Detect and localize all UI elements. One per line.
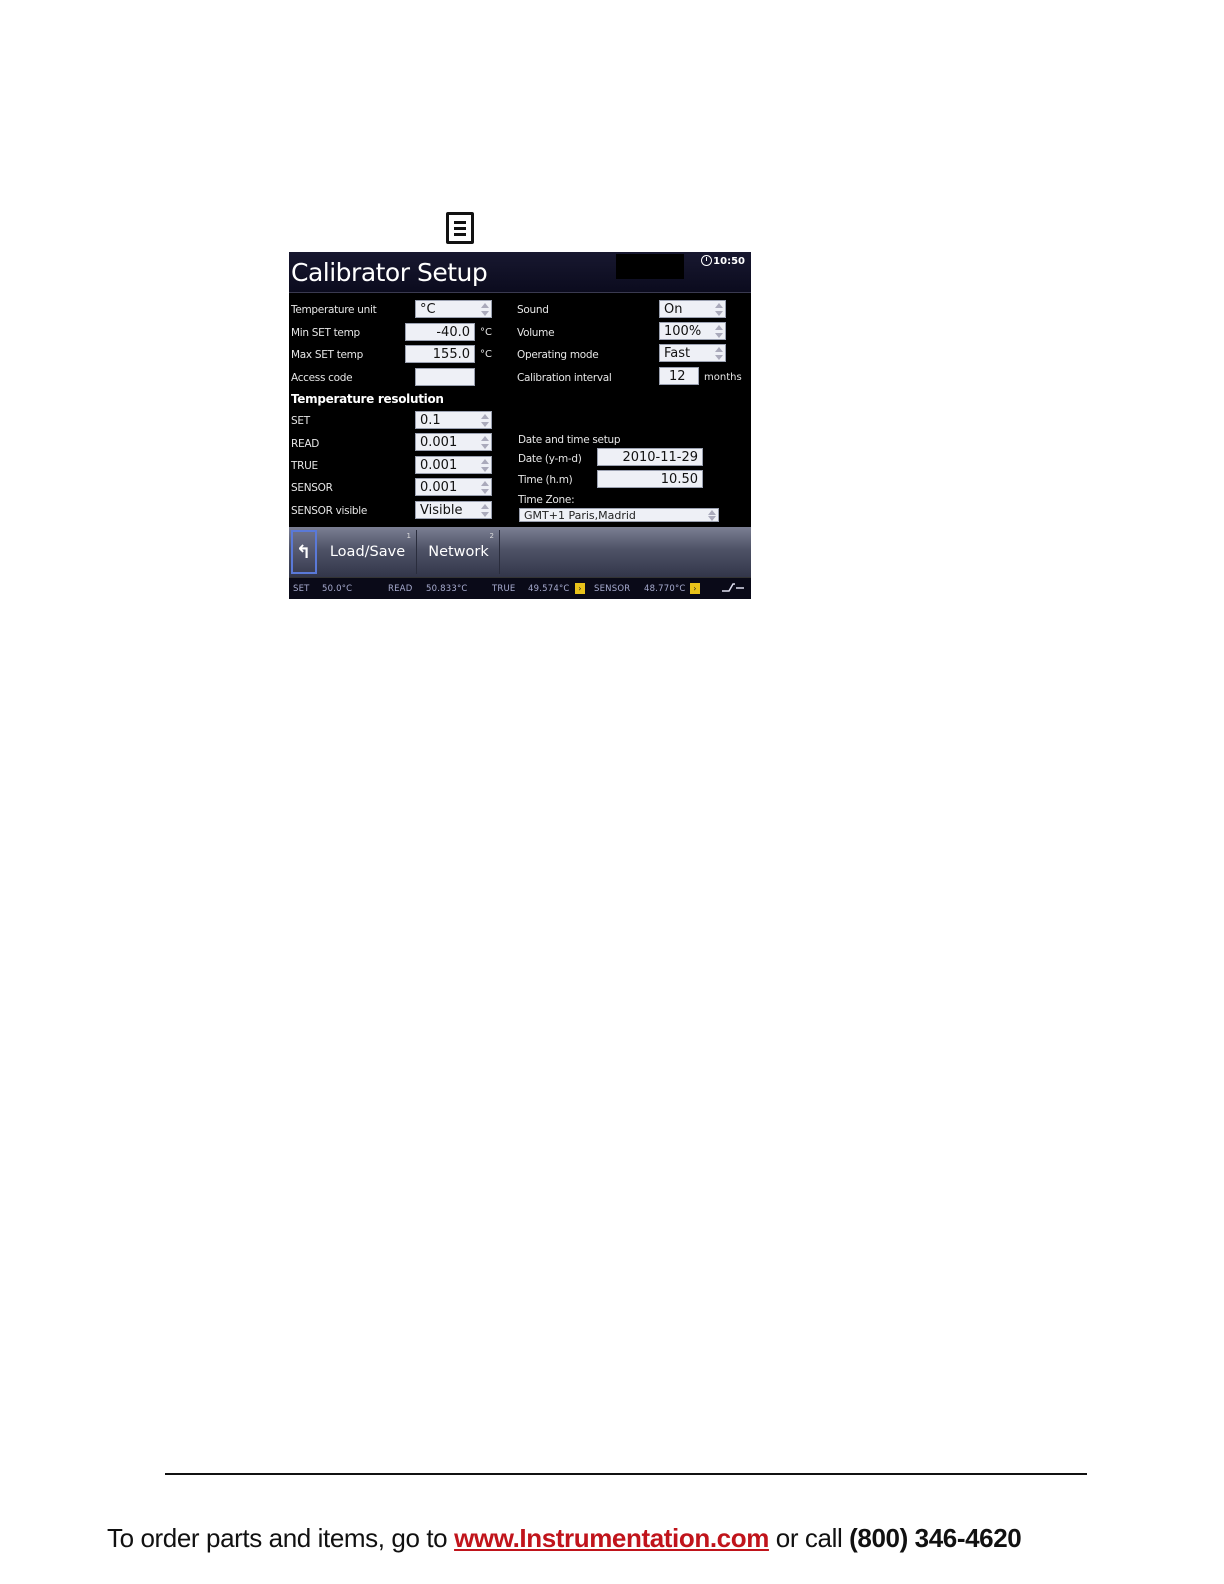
read-resolution-select[interactable]: 0.001 xyxy=(415,433,492,451)
status-true-value: 49.574°C xyxy=(528,584,570,594)
max-set-temp-input[interactable]: 155.0 xyxy=(405,345,475,363)
spin-arrows-icon[interactable] xyxy=(480,481,489,494)
status-true-label: TRUE xyxy=(492,584,516,594)
sound-select[interactable]: On xyxy=(659,300,726,318)
min-set-temp-unit: °C xyxy=(480,327,492,338)
date-label: Date (y-m-d) xyxy=(518,453,582,465)
status-set-label: SET xyxy=(293,584,310,594)
max-set-temp-label: Max SET temp xyxy=(291,349,363,361)
calibration-interval-label: Calibration interval xyxy=(517,372,612,384)
status-bar: SET 50.0°C READ 50.833°C TRUE 49.574°C ›… xyxy=(289,577,751,599)
footer-divider xyxy=(165,1473,1087,1475)
network-key-hint: 2 xyxy=(489,532,494,540)
time-input[interactable]: 10.50 xyxy=(597,470,703,488)
load-save-key-hint: 1 xyxy=(406,532,411,540)
temperature-unit-label: Temperature unit xyxy=(291,304,377,316)
read-resolution-label: READ xyxy=(291,438,319,450)
clock-time: 10:50 xyxy=(713,256,745,267)
sensor-flag-icon: › xyxy=(690,583,700,594)
calibrator-setup-screen: Calibrator Setup 10:50 Temperature unit … xyxy=(289,252,751,599)
title-bar: Calibrator Setup 10:50 xyxy=(289,252,751,293)
footer-text: To order parts and items, go to www.Inst… xyxy=(107,1523,1022,1553)
sensor-visible-label: SENSOR visible xyxy=(291,505,368,517)
website-link[interactable]: www.Instrumentation.com xyxy=(454,1523,769,1553)
spin-arrows-icon[interactable] xyxy=(714,325,723,338)
bottom-toolbar: ↰ Load/Save 1 Network 2 xyxy=(289,527,751,577)
volume-label: Volume xyxy=(517,327,555,339)
spin-arrows-icon[interactable] xyxy=(480,459,489,472)
volume-select[interactable]: 100% xyxy=(659,322,726,340)
spin-arrows-icon[interactable] xyxy=(714,303,723,316)
date-input[interactable]: 2010-11-29 xyxy=(597,448,703,466)
status-set-value: 50.0°C xyxy=(322,584,353,594)
time-zone-label: Time Zone: xyxy=(518,494,575,506)
clock: 10:50 xyxy=(701,255,745,267)
spin-arrows-icon[interactable] xyxy=(480,414,489,427)
calibration-interval-input[interactable]: 12 xyxy=(659,367,699,385)
sensor-resolution-label: SENSOR xyxy=(291,482,333,494)
spin-arrows-icon[interactable] xyxy=(707,510,716,521)
max-set-temp-unit: °C xyxy=(480,349,492,360)
access-code-input[interactable] xyxy=(415,368,475,386)
status-read-label: READ xyxy=(388,584,413,594)
spin-arrows-icon[interactable] xyxy=(480,436,489,449)
status-sensor-value: 48.770°C xyxy=(644,584,686,594)
true-resolution-label: TRUE xyxy=(291,460,318,472)
time-zone-select[interactable]: GMT+1 Paris,Madrid xyxy=(519,508,719,522)
back-arrow-icon: ↰ xyxy=(296,542,312,563)
menu-list-icon xyxy=(446,212,474,244)
sensor-resolution-select[interactable]: 0.001 xyxy=(415,478,492,496)
status-read-value: 50.833°C xyxy=(426,584,468,594)
title-bar-blank xyxy=(616,254,684,279)
operating-mode-label: Operating mode xyxy=(517,349,599,361)
temperature-unit-select[interactable]: °C xyxy=(415,300,492,318)
calibration-interval-unit: months xyxy=(704,372,742,383)
sound-label: Sound xyxy=(517,304,549,316)
status-sensor-label: SENSOR xyxy=(594,584,631,594)
back-button[interactable]: ↰ xyxy=(291,530,317,574)
min-set-temp-input[interactable]: -40.0 xyxy=(405,323,475,341)
spin-arrows-icon[interactable] xyxy=(714,347,723,360)
access-code-label: Access code xyxy=(291,372,353,384)
page-title: Calibrator Setup xyxy=(291,258,488,287)
set-resolution-label: SET xyxy=(291,415,310,427)
true-resolution-select[interactable]: 0.001 xyxy=(415,456,492,474)
temperature-resolution-heading: Temperature resolution xyxy=(291,392,444,406)
time-label: Time (h.m) xyxy=(518,474,573,486)
stability-trend-icon xyxy=(722,583,744,592)
min-set-temp-label: Min SET temp xyxy=(291,327,360,339)
clock-icon xyxy=(701,255,713,266)
network-button[interactable]: Network 2 xyxy=(418,530,500,574)
set-resolution-select[interactable]: 0.1 xyxy=(415,411,492,429)
sensor-visible-select[interactable]: Visible xyxy=(415,501,492,519)
date-time-setup-heading: Date and time setup xyxy=(518,434,621,446)
load-save-button[interactable]: Load/Save 1 xyxy=(319,530,417,574)
phone-number: (800) 346-4620 xyxy=(849,1523,1022,1553)
spin-arrows-icon[interactable] xyxy=(480,504,489,517)
operating-mode-select[interactable]: Fast xyxy=(659,344,726,362)
true-flag-icon: › xyxy=(575,583,585,594)
spin-arrows-icon[interactable] xyxy=(480,303,489,316)
